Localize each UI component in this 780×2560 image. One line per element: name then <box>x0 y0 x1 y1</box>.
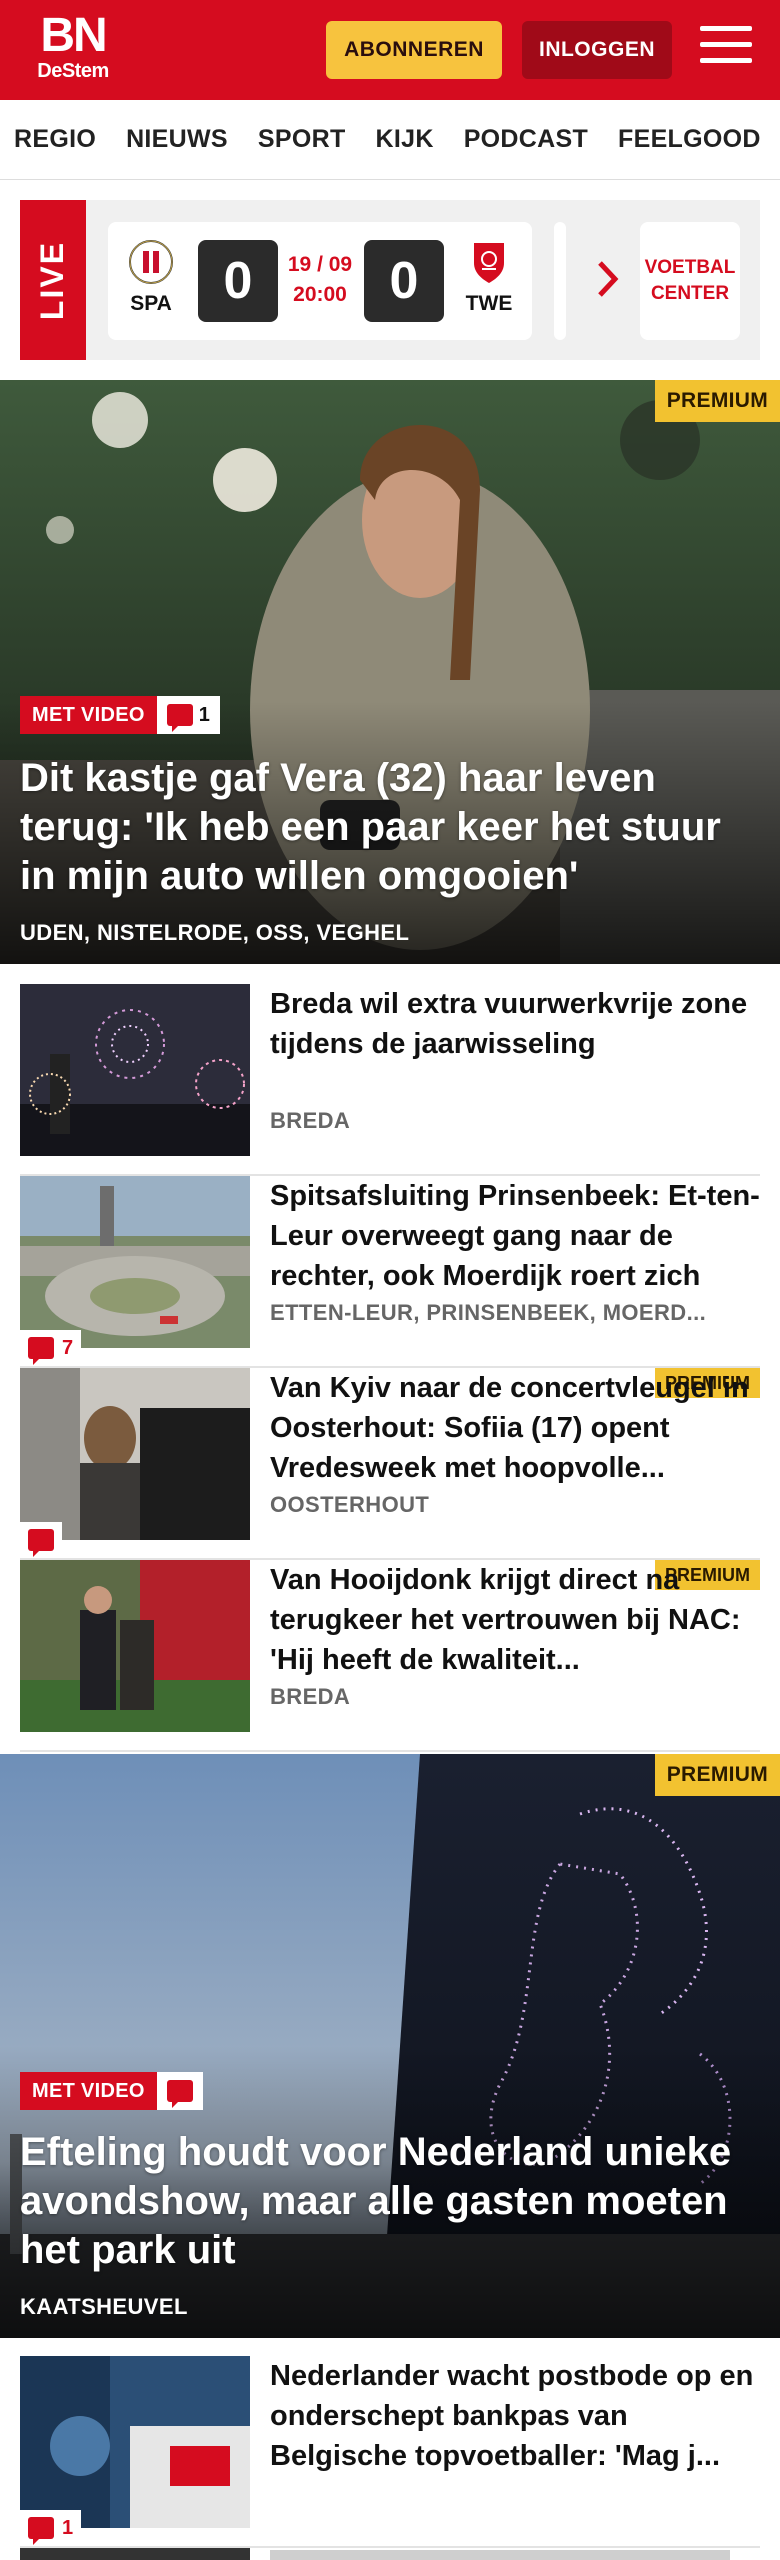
chevron-right-icon[interactable] <box>588 244 628 314</box>
premium-badge: PREMIUM <box>654 380 780 422</box>
thumbnail-roundabout <box>20 1176 250 1348</box>
subscribe-button[interactable]: ABONNEREN <box>326 21 502 79</box>
comment-icon <box>28 1337 54 1365</box>
comment-count[interactable]: 1 <box>20 2510 82 2546</box>
hero-article-efteling[interactable]: PREMIUM MET VIDEO Efteling houdt voor Ne… <box>0 1754 780 2338</box>
comment-icon <box>166 2080 193 2108</box>
comment-icon <box>28 2517 54 2545</box>
video-badge: MET VIDEO 1 <box>20 696 220 734</box>
nav-item-regio[interactable]: REGIO <box>14 125 96 154</box>
live-label: LIVE <box>20 200 86 360</box>
list-item[interactable]: Breda wil extra vuurwerkvrije zone tijde… <box>20 984 760 1176</box>
nav-item-kijk[interactable]: KIJK <box>376 125 434 154</box>
article-location: BREDA <box>270 1684 351 1709</box>
thumbnail-piano <box>20 1368 250 1540</box>
next-title-edge <box>270 2550 730 2560</box>
article-title[interactable]: Van Hooijdonk krijgt direct na terugkeer… <box>270 1560 760 1680</box>
next-thumbnail-edge <box>20 2548 250 2560</box>
logo-destem: DeStem <box>37 60 109 82</box>
list-item[interactable]: PREMIUM Van Hooijdonk krijgt direct na t… <box>20 1560 760 1752</box>
video-label: MET VIDEO <box>20 2072 157 2110</box>
match-date: 19 / 09 <box>287 253 353 276</box>
twente-crest-icon <box>465 238 513 286</box>
login-button[interactable]: INLOGGEN <box>522 21 672 79</box>
article-location: BREDA <box>270 1108 351 1133</box>
list-item[interactable]: 7 Spitsafsluiting Prinsenbeek: Et-ten-Le… <box>20 1176 760 1368</box>
video-badge: MET VIDEO <box>20 2072 203 2110</box>
menu-icon[interactable] <box>700 26 752 72</box>
live-scores-widget: LIVE SPA 0 19 / 09 20:00 0 TWE VOETBAL C… <box>20 200 760 360</box>
thumbnail-football <box>20 1560 250 1732</box>
home-score: 0 <box>198 240 278 322</box>
hero-title[interactable]: Efteling houdt voor Nederland unieke avo… <box>20 2128 750 2275</box>
hero-location: KAATSHEUVEL <box>20 2294 188 2319</box>
hero-location: UDEN, NISTELRODE, OSS, VEGHEL <box>20 920 410 945</box>
article-location: OOSTERHOUT <box>270 1492 430 1517</box>
comment-icon <box>166 704 193 732</box>
site-header: BN DeStem ABONNEREN INLOGGEN <box>0 0 780 100</box>
article-title[interactable]: Van Kyiv naar de concertvleugel in Ooste… <box>270 1368 760 1488</box>
comment-count[interactable] <box>20 1522 62 1558</box>
hero-article-vera[interactable]: PREMIUM MET VIDEO 1 Dit kastje gaf Vera … <box>0 380 780 964</box>
match-datetime: 19 / 09 20:00 <box>284 250 356 310</box>
home-team: SPA <box>116 238 186 316</box>
thumbnail-postbode <box>20 2356 250 2528</box>
voetbal-center-link[interactable]: VOETBAL CENTER <box>640 222 740 340</box>
list-item[interactable]: PREMIUM Van Kyiv naar de concertvleugel … <box>20 1368 760 1560</box>
article-title[interactable]: Breda wil extra vuurwerkvrije zone tijde… <box>270 984 760 1064</box>
match-time: 20:00 <box>293 283 347 306</box>
thumbnail-fireworks <box>20 984 250 1156</box>
nav-item-nieuws[interactable]: NIEUWS <box>126 125 228 154</box>
article-location: ETTEN-LEUR, PRINSENBEEK, MOERD... <box>270 1300 707 1325</box>
nav-item-podcast[interactable]: PODCAST <box>464 125 588 154</box>
nav-item-sport[interactable]: SPORT <box>258 125 346 154</box>
next-match-card-edge[interactable] <box>554 222 566 340</box>
comment-count[interactable]: 1 <box>156 696 220 734</box>
premium-badge: PREMIUM <box>654 1754 780 1796</box>
nav-item-feelgood[interactable]: FEELGOOD <box>618 125 761 154</box>
away-team: TWE <box>454 238 524 316</box>
list-item[interactable]: 1 Nederlander wacht postbode op en onder… <box>20 2356 760 2548</box>
match-card[interactable]: SPA 0 19 / 09 20:00 0 TWE <box>108 222 532 340</box>
logo[interactable]: BN DeStem <box>28 9 118 83</box>
away-team-name: TWE <box>465 292 513 315</box>
article-title[interactable]: Spitsafsluiting Prinsenbeek: Et-ten-Leur… <box>270 1176 760 1296</box>
sparta-crest-icon <box>127 238 175 286</box>
away-score: 0 <box>364 240 444 322</box>
comment-count[interactable] <box>156 2072 203 2110</box>
video-label: MET VIDEO <box>20 696 157 734</box>
home-team-name: SPA <box>130 292 172 315</box>
comment-icon <box>28 1529 54 1557</box>
main-nav: REGIO NIEUWS SPORT KIJK PODCAST FEELGOOD… <box>0 100 780 180</box>
hero-title[interactable]: Dit kastje gaf Vera (32) haar leven teru… <box>20 754 750 901</box>
comment-count[interactable]: 7 <box>20 1330 82 1366</box>
logo-bn: BN <box>40 9 107 62</box>
article-title[interactable]: Nederlander wacht postbode op en ondersc… <box>270 2356 760 2476</box>
